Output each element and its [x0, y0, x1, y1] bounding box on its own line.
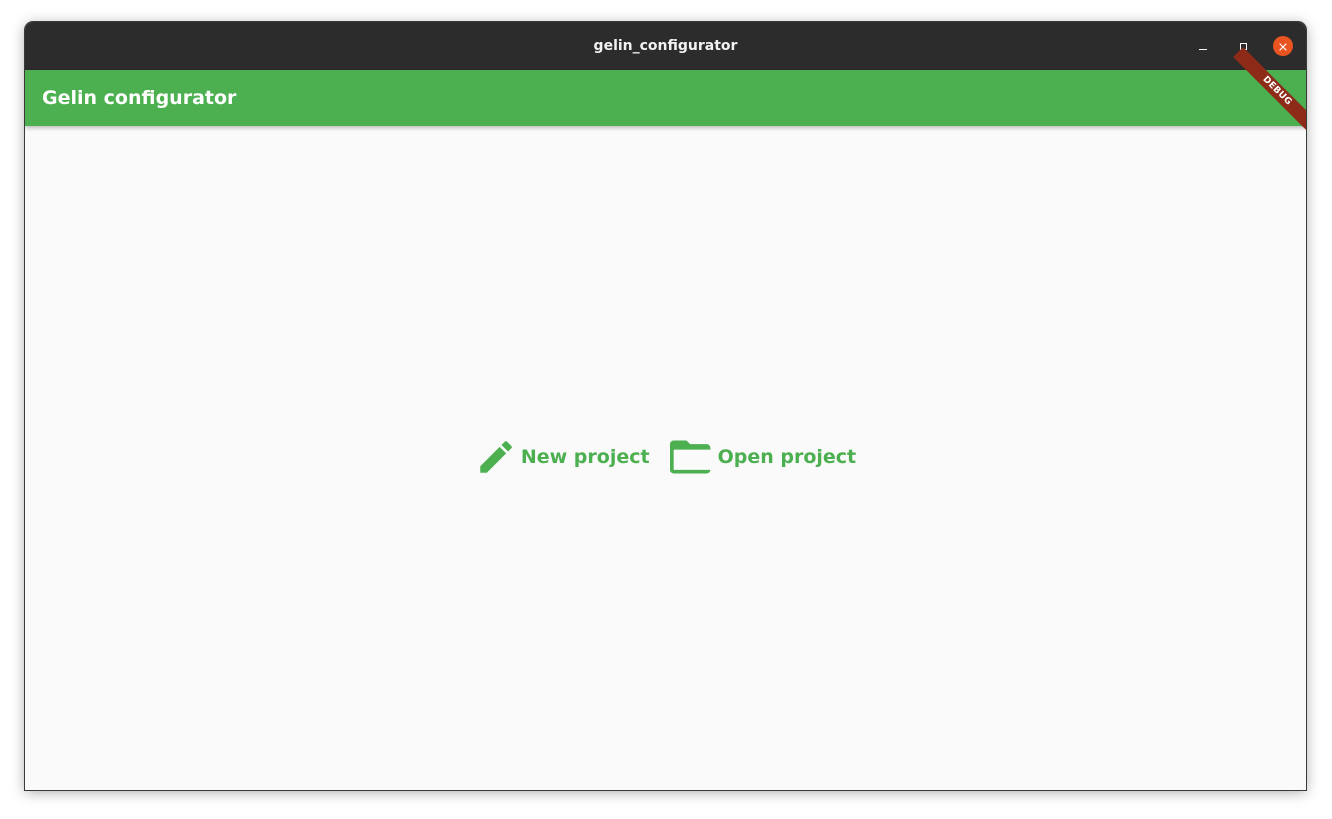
- close-icon: [1278, 37, 1288, 56]
- minimize-button[interactable]: [1193, 36, 1213, 56]
- minimize-icon: [1199, 48, 1207, 50]
- folder-icon: [669, 438, 714, 476]
- app-bar: Gelin configurator DEBUG: [25, 47, 1306, 135]
- app-window: gelin_configurator Gelin configurator DE…: [24, 21, 1307, 791]
- project-actions: New project Open project: [25, 436, 1306, 478]
- new-project-button[interactable]: New project: [475, 436, 650, 478]
- close-button[interactable]: [1273, 36, 1293, 56]
- app-title: Gelin configurator: [42, 87, 237, 109]
- open-project-button[interactable]: Open project: [669, 438, 857, 476]
- new-project-label: New project: [520, 446, 650, 468]
- window-title: gelin_configurator: [593, 38, 738, 54]
- main-content: New project Open project: [25, 126, 1306, 790]
- open-project-label: Open project: [717, 446, 857, 468]
- window-titlebar[interactable]: gelin_configurator: [25, 22, 1306, 70]
- pencil-icon: [475, 436, 517, 478]
